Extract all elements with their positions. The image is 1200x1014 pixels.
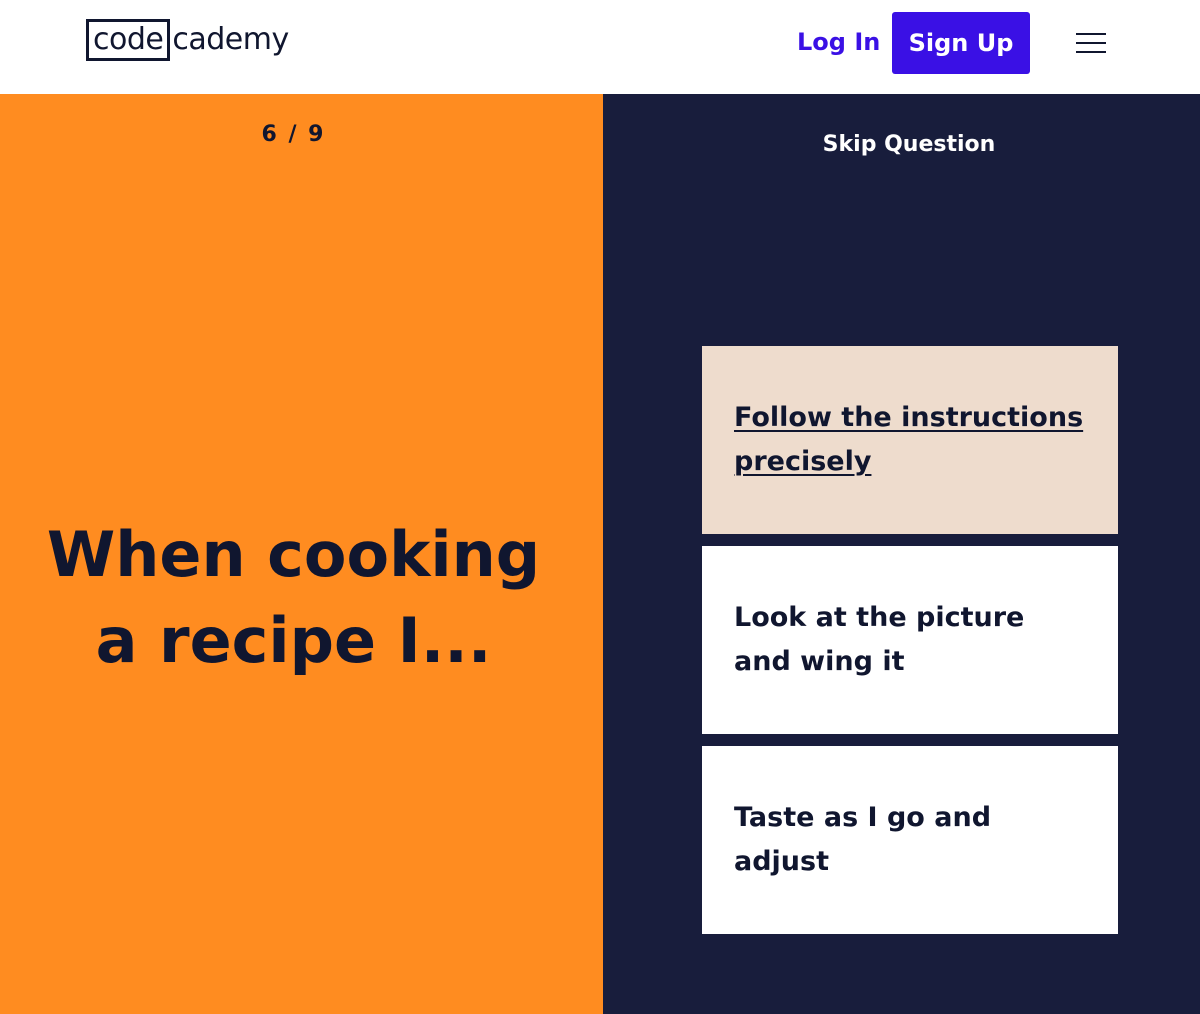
answers-panel: Skip Question Follow the instructions pr… xyxy=(603,94,1200,1014)
answer-label: Taste as I go and adjust xyxy=(734,802,992,877)
question-progress: 6 / 9 xyxy=(261,122,326,147)
hamburger-menu-icon[interactable] xyxy=(1076,33,1106,55)
logo-code-box: code xyxy=(86,19,171,61)
answer-option-follow-instructions[interactable]: Follow the instructions precisely xyxy=(702,346,1118,534)
question-panel: 6 / 9 When cooking a recipe I... xyxy=(0,94,603,1014)
question-text: When cooking a recipe I... xyxy=(46,518,541,677)
menu-bar xyxy=(1076,42,1106,44)
answer-label: Look at the picture and wing it xyxy=(734,602,1025,677)
codecademy-logo[interactable]: code cademy xyxy=(86,19,289,61)
menu-bar xyxy=(1076,51,1106,53)
answer-label: Follow the instructions precisely xyxy=(734,402,1084,477)
login-link[interactable]: Log In xyxy=(797,24,880,60)
site-header: code cademy Log In Sign Up xyxy=(0,0,1200,94)
menu-bar xyxy=(1076,33,1106,35)
answer-option-taste-adjust[interactable]: Taste as I go and adjust xyxy=(702,746,1118,934)
skip-question-link[interactable]: Skip Question xyxy=(603,132,1200,157)
answer-option-wing-it[interactable]: Look at the picture and wing it xyxy=(702,546,1118,734)
logo-cademy-text: cademy xyxy=(172,22,289,57)
signup-button[interactable]: Sign Up xyxy=(892,12,1030,74)
